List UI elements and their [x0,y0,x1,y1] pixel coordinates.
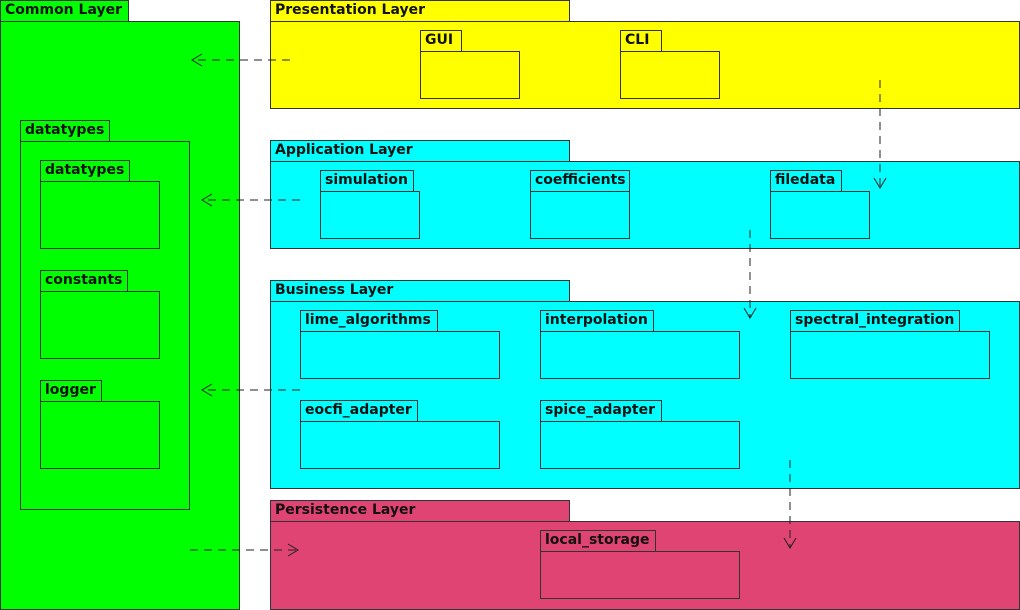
gui-package-title: GUI [425,32,454,48]
application-layer-title: Application Layer [275,142,413,158]
common-layer-tab: Common Layer [0,0,129,22]
logger-package-title: logger [45,382,96,398]
coefficients-package-tab: coefficients [530,170,630,192]
spectral-integration-package-body [790,331,990,379]
filedata-package-tab: filedata [770,170,842,192]
constants-package-title: constants [45,272,123,288]
spice-adapter-package-tab: spice_adapter [540,400,662,422]
business-layer-tab: Business Layer [270,280,570,302]
constants-package-body [40,291,160,359]
persistence-layer-tab: Persistence Layer [270,500,570,522]
filedata-package-body [770,191,870,239]
interpolation-package-tab: interpolation [540,310,654,332]
presentation-layer-tab: Presentation Layer [270,0,570,22]
datatypes-subpackage-tab: datatypes [40,160,130,182]
logger-package-tab: logger [40,380,102,402]
spectral-integration-package-tab: spectral_integration [790,310,960,332]
datatypes-subpackage-body [40,181,160,249]
logger-package-body [40,401,160,469]
simulation-package-title: simulation [325,172,409,188]
local-storage-package-title: local_storage [545,532,650,548]
gui-package-tab: GUI [420,30,462,52]
spice-adapter-package-body [540,421,740,469]
local-storage-package-body [540,551,740,599]
local-storage-package-tab: local_storage [540,530,656,552]
datatypes-package-title: datatypes [25,122,105,138]
cli-package-body [620,51,720,99]
lime-algorithms-package-tab: lime_algorithms [300,310,438,332]
business-layer-title: Business Layer [275,282,394,298]
interpolation-package-body [540,331,740,379]
constants-package-tab: constants [40,270,128,292]
coefficients-package-title: coefficients [535,172,626,188]
datatypes-package-tab: datatypes [20,120,110,142]
cli-package-tab: CLI [620,30,662,52]
eocfi-adapter-package-body [300,421,500,469]
filedata-package-title: filedata [775,172,836,188]
eocfi-adapter-package-tab: eocfi_adapter [300,400,418,422]
simulation-package-body [320,191,420,239]
common-layer-title: Common Layer [5,2,122,18]
lime-algorithms-package-title: lime_algorithms [305,312,431,328]
lime-algorithms-package-body [300,331,500,379]
coefficients-package-body [530,191,630,239]
application-layer-tab: Application Layer [270,140,570,162]
gui-package-body [420,51,520,99]
presentation-layer-title: Presentation Layer [275,2,426,18]
spice-adapter-package-title: spice_adapter [545,402,655,418]
datatypes-subpackage-title: datatypes [45,162,125,178]
spectral-integration-package-title: spectral_integration [795,312,955,328]
cli-package-title: CLI [625,32,650,48]
eocfi-adapter-package-title: eocfi_adapter [305,402,412,418]
persistence-layer-title: Persistence Layer [275,502,416,518]
interpolation-package-title: interpolation [545,312,648,328]
simulation-package-tab: simulation [320,170,414,192]
